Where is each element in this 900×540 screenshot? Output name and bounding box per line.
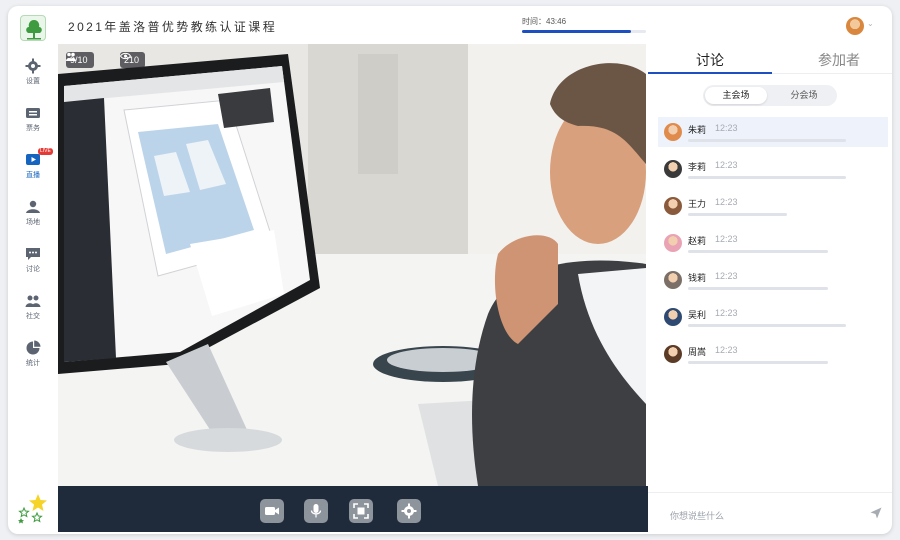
- app-logo: [20, 15, 46, 41]
- venue-icon: [26, 200, 40, 213]
- sidebar-item-label: 社交: [26, 313, 40, 320]
- tree-logo-icon: [26, 20, 42, 40]
- video-control-bar: [58, 486, 648, 532]
- screen-share-icon: [353, 503, 369, 519]
- sidebar-item-statistics[interactable]: 统计: [8, 340, 58, 368]
- message-time: 12:23: [715, 197, 738, 207]
- list-item[interactable]: 朱莉 12:23: [658, 117, 888, 147]
- camera-icon: [265, 507, 279, 515]
- sidebar-item-label: 统计: [26, 360, 40, 367]
- camera-button[interactable]: [260, 499, 284, 523]
- stars-decoration-icon: [18, 494, 47, 524]
- sidebar-item-venue[interactable]: 场地: [8, 199, 58, 227]
- message-author: 赵莉: [688, 236, 707, 246]
- sidebar-item-label: 讨论: [26, 266, 40, 273]
- settings-icon: [401, 503, 417, 519]
- send-icon[interactable]: [870, 507, 882, 519]
- sidebar-item-settings[interactable]: 设置: [8, 58, 58, 86]
- message-input-row: 你想说些什么: [648, 492, 892, 534]
- avatar[interactable]: [664, 123, 682, 141]
- video-frame: [58, 44, 646, 486]
- timer-progress-fill: [522, 30, 632, 33]
- message-time: 12:23: [715, 345, 738, 355]
- list-item[interactable]: 钱莉 12:23: [658, 265, 888, 295]
- list-item[interactable]: 李莉 12:23: [658, 154, 888, 184]
- sidebar-item-label: 直播: [26, 172, 40, 179]
- screen-share-button[interactable]: [349, 499, 373, 523]
- eye-icon: [120, 52, 131, 60]
- chat-icon: [26, 248, 40, 260]
- message-time: 12:23: [715, 234, 738, 244]
- sidebar-item-label: 票务: [26, 125, 40, 132]
- message-author: 朱莉: [688, 125, 707, 135]
- list-item[interactable]: 王力 12:23: [658, 191, 888, 221]
- sidebar-item-tickets[interactable]: 票务: [8, 105, 58, 133]
- message-text-placeholder: [688, 176, 846, 179]
- sidebar-item-social[interactable]: 社交: [8, 293, 58, 321]
- segment-breakout-venue[interactable]: 分会场: [773, 87, 835, 104]
- message-time: 12:23: [715, 271, 738, 281]
- discussion-panel: 讨论 参加者 主会场 分会场 朱莉 12:23 李莉 12:23 王力 12:23 赵莉 12…: [648, 6, 892, 534]
- message-time: 12:23: [715, 308, 738, 318]
- people-icon: [66, 52, 76, 61]
- sidebar-item-label: 设置: [26, 78, 40, 85]
- course-title: 2021年盖洛普优势教练认证课程: [68, 20, 278, 34]
- settings-button[interactable]: [397, 499, 421, 523]
- message-author: 吴利: [688, 310, 707, 320]
- sidebar-item-live[interactable]: LIVE 直播: [8, 148, 58, 180]
- live-video-stream[interactable]: 9/10 210: [58, 44, 646, 486]
- avatar[interactable]: [664, 308, 682, 326]
- timer-label: 时间：43:46: [522, 17, 567, 26]
- list-item[interactable]: 赵莉 12:23: [658, 228, 888, 258]
- message-time: 12:23: [715, 160, 738, 170]
- avatar[interactable]: [664, 160, 682, 178]
- people-icon: [25, 295, 41, 307]
- active-tab-indicator: [648, 72, 772, 74]
- list-item[interactable]: 吴利 12:23: [658, 302, 888, 332]
- message-text-placeholder: [688, 324, 846, 327]
- avatar[interactable]: [664, 345, 682, 363]
- message-text-placeholder: [688, 139, 846, 142]
- app-window: 设置 票务 LIVE 直播 场地 讨论 社交 统计 2021年盖洛普优势教练认证…: [8, 6, 892, 534]
- tab-participants[interactable]: 参加者: [818, 50, 860, 70]
- viewers-counter: 210: [120, 52, 146, 68]
- avatar[interactable]: [664, 197, 682, 215]
- segment-main-venue[interactable]: 主会场: [705, 87, 767, 104]
- ticket-icon: [26, 108, 40, 118]
- avatar[interactable]: [664, 271, 682, 289]
- sidebar: 设置 票务 LIVE 直播 场地 讨论 社交 统计: [8, 6, 58, 534]
- list-item[interactable]: 周嵩 12:23: [658, 339, 888, 369]
- message-author: 周嵩: [688, 347, 707, 357]
- avatar[interactable]: [664, 234, 682, 252]
- venue-segmented-control: 主会场 分会场: [703, 85, 837, 106]
- timer-progress-track: [522, 30, 646, 33]
- message-text-placeholder: [688, 250, 828, 253]
- sidebar-item-discussion[interactable]: 讨论: [8, 246, 58, 274]
- message-author: 钱莉: [688, 273, 707, 283]
- message-input[interactable]: 你想说些什么: [670, 509, 724, 522]
- message-text-placeholder: [688, 213, 787, 216]
- message-author: 李莉: [688, 162, 707, 172]
- tab-discussion[interactable]: 讨论: [696, 50, 724, 70]
- gear-icon: [25, 58, 41, 74]
- sidebar-item-label: 场地: [26, 219, 40, 226]
- pie-chart-icon: [26, 340, 41, 355]
- message-text-placeholder: [688, 287, 828, 290]
- live-badge: LIVE: [38, 148, 53, 155]
- message-time: 12:23: [715, 123, 738, 133]
- microphone-icon: [310, 504, 322, 518]
- microphone-button[interactable]: [304, 499, 328, 523]
- message-author: 王力: [688, 199, 707, 209]
- message-text-placeholder: [688, 361, 828, 364]
- participants-counter: 9/10: [66, 52, 94, 68]
